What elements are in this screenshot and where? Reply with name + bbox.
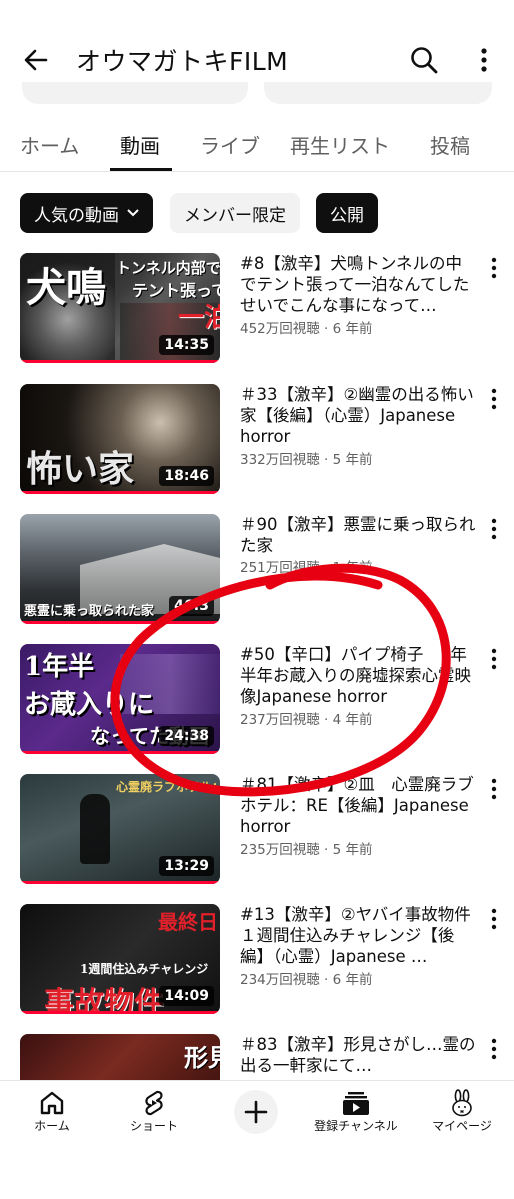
thumbnail-caption: トンネル内部で	[116, 259, 220, 277]
video-thumbnail[interactable]: 犬鳴 トンネル内部で テント張って 一泊 14:35	[20, 253, 220, 363]
create-button[interactable]	[234, 1090, 278, 1134]
thumbnail-caption: 事故物件	[44, 986, 164, 1014]
thumbnail-caption: 一泊	[178, 303, 220, 333]
active-tab-indicator	[110, 168, 172, 171]
tab-posts[interactable]: 投稿	[430, 130, 470, 159]
thumbnail-caption: 形見	[184, 1043, 220, 1072]
nav-label: ショート	[129, 1119, 178, 1133]
create-plus-icon	[244, 1100, 268, 1124]
thumbnail-caption: 1年半	[24, 652, 95, 682]
search-icon[interactable]	[408, 44, 440, 76]
video-item[interactable]: 怖い家 18:46 ＃33【激辛】②幽霊の出る怖い家【後編】（心霊）Japane…	[0, 384, 514, 504]
video-duration: 46:3	[169, 596, 214, 616]
watch-progress-bar	[20, 360, 220, 363]
more-vert-icon[interactable]	[488, 908, 500, 930]
scrolled-header-chip	[22, 82, 248, 104]
watch-progress-bar	[20, 1011, 220, 1014]
app-header: オウマガトキFILM	[0, 0, 514, 120]
thumbnail-caption: 最終日	[158, 910, 218, 934]
bunny-avatar-icon	[452, 1089, 472, 1117]
more-vert-icon[interactable]	[488, 388, 500, 410]
more-vert-icon[interactable]	[488, 257, 500, 279]
video-thumbnail[interactable]: 心霊廃ラブホテル：RE 13:29	[20, 774, 220, 884]
scrolled-header-chip	[264, 82, 492, 104]
video-meta: 234万回視聴 · 6 年前	[240, 972, 373, 988]
subscriptions-icon	[343, 1092, 369, 1115]
more-vert-icon[interactable]	[474, 44, 494, 76]
video-thumbnail[interactable]: 1年半 お蔵入りに なってた動画 24:38	[20, 644, 220, 754]
video-title[interactable]: #8【激辛】犬鳴トンネルの中でテント張って一泊なんてしたせいでこんな事になって…	[240, 253, 476, 316]
thumbnail-caption: 1週間住込みチャレンジ	[80, 962, 209, 976]
more-vert-icon[interactable]	[488, 778, 500, 800]
more-vert-icon[interactable]	[488, 518, 500, 540]
more-vert-icon[interactable]	[488, 1038, 500, 1060]
video-item[interactable]: 形見 ＃83【激辛】形見さがし…霊の出る一軒家にて…	[0, 1034, 514, 1080]
channel-title: オウマガトキFILM	[76, 47, 289, 76]
video-meta: 452万回視聴 · 6 年前	[240, 321, 373, 337]
members-only-label: メンバー限定	[184, 205, 286, 226]
video-meta: 235万回視聴 · 5 年前	[240, 842, 373, 858]
public-label: 公開	[330, 205, 364, 226]
members-only-chip[interactable]: メンバー限定	[170, 193, 300, 233]
sort-popular-chip[interactable]: 人気の動画	[20, 193, 153, 233]
nav-label: マイページ	[432, 1119, 492, 1133]
nav-label: ホーム	[34, 1119, 70, 1133]
shorts-icon	[145, 1090, 163, 1116]
tab-live[interactable]: ライブ	[200, 130, 260, 159]
home-icon	[40, 1091, 64, 1115]
nav-my-page[interactable]: マイページ	[412, 1081, 512, 1151]
video-title[interactable]: ＃81【激辛】②皿 心霊廃ラブホテル：RE【後編】Japanese horror	[240, 774, 476, 837]
nav-shorts[interactable]: ショート	[104, 1081, 204, 1151]
video-title[interactable]: #13【激辛】②ヤバイ事故物件１週間住込みチャレンジ【後編】（心霊）Japane…	[240, 904, 476, 967]
video-meta: 332万回視聴 · 5 年前	[240, 452, 373, 468]
video-title[interactable]: #50【辛口】パイプ椅子 1年半年お蔵入りの廃墟探索心霊映像Japanese h…	[240, 644, 476, 707]
video-item[interactable]: 犬鳴 トンネル内部で テント張って 一泊 14:35 #8【激辛】犬鳴トンネルの…	[0, 253, 514, 373]
video-title[interactable]: ＃90【激辛】悪霊に乗っ取られた家	[240, 514, 476, 556]
video-title[interactable]: ＃33【激辛】②幽霊の出る怖い家【後編】（心霊）Japanese horror	[240, 384, 476, 447]
nav-label: 登録チャンネル	[314, 1119, 398, 1133]
nav-subscriptions[interactable]: 登録チャンネル	[306, 1081, 406, 1151]
nav-home[interactable]: ホーム	[2, 1081, 102, 1151]
video-item[interactable]: 悪霊に乗っ取られた家 46:3 ＃90【激辛】悪霊に乗っ取られた家 251万回視…	[0, 514, 514, 634]
arrow-left-icon[interactable]	[20, 44, 52, 76]
more-vert-icon[interactable]	[488, 648, 500, 670]
video-duration: 13:29	[159, 856, 214, 876]
tab-playlists[interactable]: 再生リスト	[290, 130, 390, 159]
video-duration: 24:38	[159, 726, 214, 746]
thumbnail-caption: 犬鳴	[26, 264, 106, 311]
video-thumbnail[interactable]: 悪霊に乗っ取られた家 46:3	[20, 514, 220, 624]
watch-progress-bar	[20, 881, 220, 884]
chevron-down-icon	[127, 209, 139, 217]
video-meta: 237万回視聴 · 4 年前	[240, 712, 373, 728]
tab-videos[interactable]: 動画	[120, 130, 160, 159]
sort-popular-label: 人気の動画	[34, 205, 119, 226]
video-thumbnail[interactable]: 怖い家 18:46	[20, 384, 220, 494]
video-thumbnail[interactable]: 形見	[20, 1034, 220, 1080]
video-duration: 14:09	[159, 986, 214, 1006]
video-item[interactable]: 心霊廃ラブホテル：RE 13:29 ＃81【激辛】②皿 心霊廃ラブホテル：RE【…	[0, 774, 514, 894]
video-title[interactable]: ＃83【激辛】形見さがし…霊の出る一軒家にて…	[240, 1034, 476, 1076]
public-chip[interactable]: 公開	[316, 193, 378, 233]
channel-tabs: ホーム 動画 ライブ 再生リスト 投稿	[0, 112, 514, 172]
video-meta: 251万回視聴 · 1 年前	[240, 560, 373, 576]
watch-progress-bar	[20, 751, 220, 754]
thumbnail-caption: 心霊廃ラブホテル：RE	[116, 780, 220, 794]
tab-home[interactable]: ホーム	[20, 130, 79, 159]
watch-progress-bar	[20, 621, 220, 624]
thumbnail-caption: 悪霊に乗っ取られた家	[24, 604, 155, 619]
video-thumbnail[interactable]: 最終日 1週間住込みチャレンジ 事故物件 14:09	[20, 904, 220, 1014]
thumbnail-caption: お蔵入りに	[24, 690, 155, 720]
watch-progress-bar	[20, 491, 220, 494]
thumbnail-caption: 怖い家	[26, 448, 135, 490]
video-item[interactable]: 最終日 1週間住込みチャレンジ 事故物件 14:09 #13【激辛】②ヤバイ事故…	[0, 904, 514, 1024]
video-duration: 18:46	[159, 466, 214, 486]
video-duration: 14:35	[159, 335, 214, 355]
video-item[interactable]: 1年半 お蔵入りに なってた動画 24:38 #50【辛口】パイプ椅子 1年半年…	[0, 644, 514, 764]
